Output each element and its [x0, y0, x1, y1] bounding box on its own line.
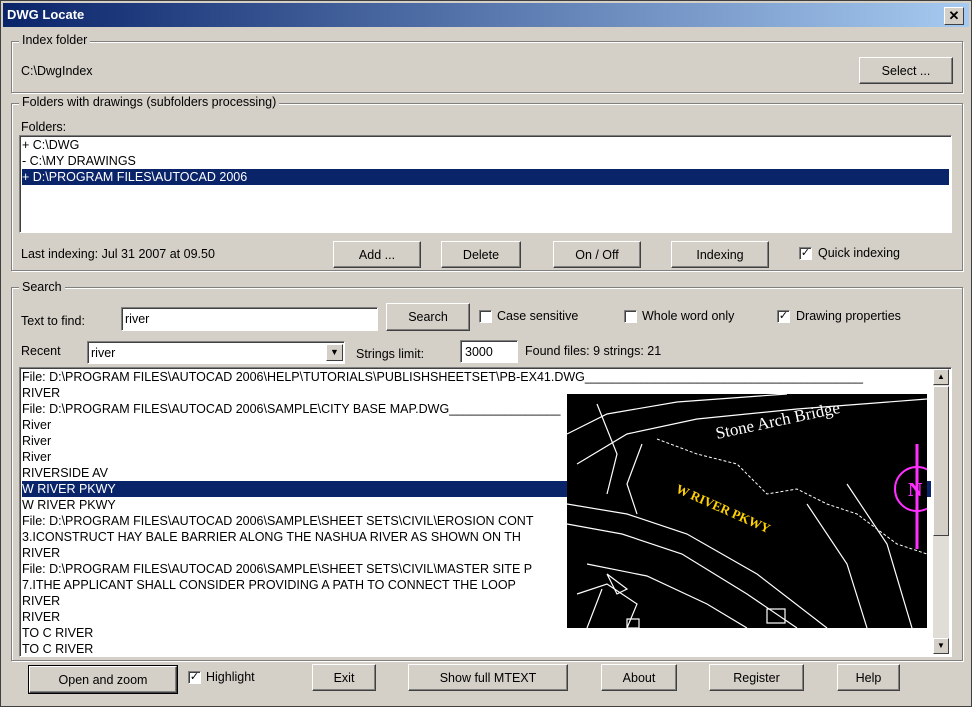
drawing-properties-checkbox[interactable]: ✓ [777, 310, 790, 323]
index-folder-group [11, 41, 963, 93]
scroll-down-arrow-icon[interactable]: ▼ [933, 638, 949, 654]
whole-word-label: Whole word only [642, 309, 735, 323]
select-button[interactable]: Select ... [859, 57, 953, 84]
search-button[interactable]: Search [386, 303, 470, 331]
indexing-button[interactable]: Indexing [671, 241, 769, 268]
text-to-find-input[interactable]: river [121, 307, 378, 331]
strings-limit-input[interactable]: 3000 [460, 340, 518, 363]
drawing-properties-label: Drawing properties [796, 309, 901, 323]
text-to-find-value: river [125, 312, 150, 326]
help-button[interactable]: Help [837, 664, 900, 691]
case-sensitive-checkbox[interactable] [479, 310, 492, 323]
search-group-label: Search [19, 280, 65, 294]
close-button[interactable]: ✕ [944, 7, 964, 25]
drawing-preview: Stone Arch Bridge W RIVER PKWY N [567, 394, 927, 628]
scroll-up-arrow-icon[interactable]: ▲ [933, 369, 949, 385]
open-and-zoom-button[interactable]: Open and zoom [28, 665, 178, 694]
highlight-label: Highlight [206, 670, 255, 684]
results-scrollbar[interactable]: ▲ ▼ [933, 369, 949, 654]
close-icon: ✕ [948, 8, 960, 23]
window-title: DWG Locate [7, 7, 85, 22]
folders-group-label: Folders with drawings (subfolders proces… [19, 95, 280, 109]
toggle-folder-button[interactable]: On / Off [553, 241, 641, 268]
folder-item[interactable]: - C:\MY DRAWINGS [22, 153, 949, 169]
check-icon: ✓ [778, 310, 789, 322]
check-icon: ✓ [189, 671, 200, 683]
strings-limit-label: Strings limit: [356, 347, 425, 361]
whole-word-checkbox[interactable] [624, 310, 637, 323]
show-full-mtext-button[interactable]: Show full MTEXT [408, 664, 568, 691]
result-row[interactable]: TO C RIVER [22, 641, 931, 656]
delete-folder-button[interactable]: Delete [441, 241, 521, 268]
last-indexing-text: Last indexing: Jul 31 2007 at 09.50 [21, 247, 215, 261]
highlight-checkbox[interactable]: ✓ [188, 671, 201, 684]
recent-label: Recent [21, 344, 61, 358]
check-icon: ✓ [800, 247, 811, 259]
text-to-find-label: Text to find: [21, 314, 85, 328]
strings-limit-value: 3000 [465, 345, 493, 359]
found-summary: Found files: 9 strings: 21 [525, 344, 662, 358]
folders-list-label: Folders: [21, 120, 67, 134]
result-row[interactable]: File: D:\PROGRAM FILES\AUTOCAD 2006\HELP… [22, 369, 931, 385]
index-folder-label: Index folder [19, 33, 91, 47]
exit-button[interactable]: Exit [312, 664, 376, 691]
index-folder-path: C:\DwgIndex [21, 64, 93, 78]
main-window: DWG Locate ✕ Index folder C:\DwgIndex Se… [0, 0, 972, 707]
register-button[interactable]: Register [709, 664, 804, 691]
folder-item-selected[interactable]: + D:\PROGRAM FILES\AUTOCAD 2006 [22, 169, 949, 185]
recent-value: river [91, 346, 116, 360]
compass-letter: N [908, 479, 923, 501]
quick-indexing-checkbox[interactable]: ✓ [799, 247, 812, 260]
quick-indexing-label: Quick indexing [818, 246, 900, 260]
title-bar: DWG Locate ✕ [3, 3, 969, 27]
case-sensitive-label: Case sensitive [497, 309, 579, 323]
about-button[interactable]: About [601, 664, 677, 691]
folders-list[interactable]: + C:\DWG - C:\MY DRAWINGS + D:\PROGRAM F… [19, 135, 952, 233]
folder-item[interactable]: + C:\DWG [22, 137, 949, 153]
chevron-down-icon[interactable]: ▼ [326, 344, 343, 361]
scrollbar-thumb[interactable] [933, 386, 949, 536]
recent-dropdown[interactable]: river ▼ [87, 341, 345, 364]
add-folder-button[interactable]: Add ... [333, 241, 421, 268]
